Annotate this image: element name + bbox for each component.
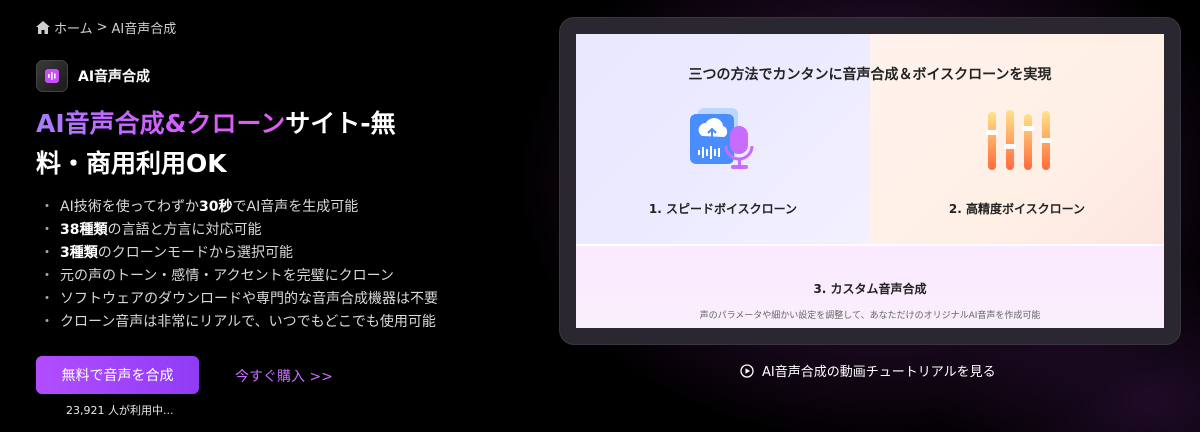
breadcrumb-home[interactable]: ホーム: [54, 18, 93, 37]
breadcrumb-separator: >: [96, 20, 108, 35]
headline-rest: サイト-無: [285, 109, 396, 138]
buy-now-link[interactable]: 今すぐ購入 >>: [235, 366, 333, 386]
headline-highlight: AI音声合成&クローン: [36, 109, 286, 138]
home-icon[interactable]: [36, 21, 50, 34]
user-count: 23,921 人が利用中...: [66, 404, 174, 417]
demo-card-frame: 三つの方法でカンタンに音声合成＆ボイスクローンを実現 1. スピードボイスクロー…: [560, 18, 1180, 344]
play-circle-icon: [740, 363, 754, 378]
demo-card-screen: 三つの方法でカンタンに音声合成＆ボイスクローンを実現 1. スピードボイスクロー…: [576, 34, 1164, 328]
hero-left: ホーム > AI音声合成 AI音声合成 AI音声合成&クローンサイト-無 料・商…: [36, 0, 506, 432]
card-title: 三つの方法でカンタンに音声合成＆ボイスクローンを実現: [688, 67, 1052, 83]
method-custom-synthesis-desc: 声のパラメータや細かい設定を調整して、あなただけのオリジナルAI音声を作成可能: [699, 311, 1041, 321]
waveform-icon: [45, 69, 59, 83]
feature-item: ・元の声のトーン・感情・アクセントを完璧にクローン: [40, 268, 394, 284]
equalizer-icon: [986, 110, 1052, 170]
feature-item: ・ 38種類の言語と方言に対応可能: [40, 222, 262, 238]
page-title: AI音声合成&クローンサイト-無 料・商用利用OK: [36, 104, 456, 184]
feature-item: ・ AI技術を使ってわずか30秒でAI音声を生成可能: [40, 199, 359, 215]
headline-line2: 料・商用利用OK: [36, 149, 227, 178]
method-speed-clone-label[interactable]: 1. スピードボイスクローン: [576, 200, 870, 217]
breadcrumb: ホーム > AI音声合成: [36, 18, 180, 37]
method-precision-clone-label[interactable]: 2. 高精度ボイスクローン: [870, 200, 1164, 217]
app-icon: [36, 60, 68, 92]
feature-item: ・ソフトウェアのダウンロードや専門的な音声合成機器は不要: [40, 291, 438, 307]
product-name: AI音声合成: [78, 69, 151, 85]
free-synthesize-button[interactable]: 無料で音声を合成: [36, 356, 199, 394]
method-custom-synthesis-label[interactable]: 3. カスタム音声合成: [576, 280, 1164, 297]
feature-item: ・クローン音声は非常にリアルで、いつでもどこでも使用可能: [40, 314, 436, 330]
video-tutorial-link[interactable]: AI音声合成の動画チュートリアルを見る: [740, 361, 996, 380]
video-tutorial-label[interactable]: AI音声合成の動画チュートリアルを見る: [762, 361, 996, 380]
feature-item: ・ 3種類のクローンモードから選択可能: [40, 245, 294, 261]
feature-list: ・ AI技術を使ってわずか30秒でAI音声を生成可能 ・ 38種類の言語と方言に対応…: [40, 196, 438, 334]
product-badge: AI音声合成: [36, 60, 150, 92]
cloud-microphone-icon: [690, 108, 754, 169]
breadcrumb-current: AI音声合成: [111, 22, 177, 37]
